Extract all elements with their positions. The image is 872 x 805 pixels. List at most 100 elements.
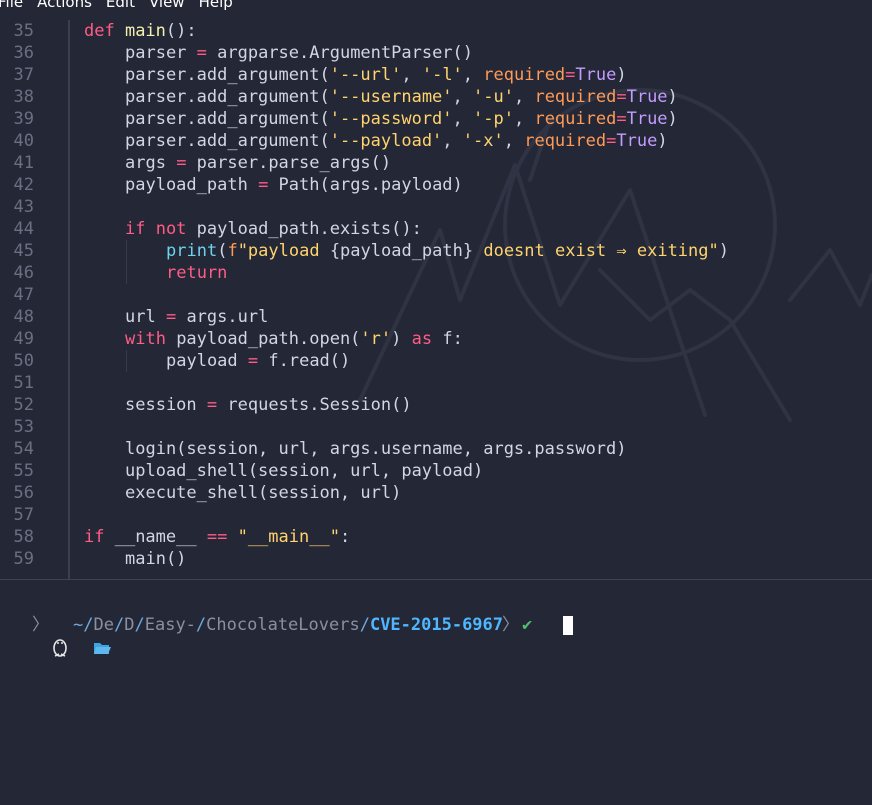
code-token: with [125, 329, 177, 349]
code-line: 55 upload_shell(session, url, payload) [0, 460, 872, 482]
code-token: ) [667, 87, 678, 107]
code-token: True [626, 87, 668, 107]
shell-prompt[interactable]: 〉 ~/De/D/Easy-/ChocolateLovers/CVE-2015-… [0, 613, 872, 657]
code-text: session = requests.Session() [125, 394, 412, 416]
code-token: '-l' [421, 65, 463, 85]
line-number: 39 [13, 109, 34, 129]
indent-guide [126, 240, 127, 284]
line-number: 35 [13, 21, 34, 41]
code-line: 53 [0, 416, 872, 438]
code-text: upload_shell(session, url, payload) [125, 460, 483, 482]
code-token: = [616, 109, 627, 129]
code-text: args = parser.parse_args() [125, 152, 391, 174]
code-token: parser.add_argument( [125, 131, 330, 151]
menu-help[interactable]: Help [199, 0, 233, 12]
code-token: as [411, 329, 443, 349]
path-current-dir: CVE-2015-6967 [369, 615, 504, 635]
menu-file[interactable]: File [0, 0, 23, 12]
code-token: , [513, 87, 535, 107]
code-token: login(session, url, args.username, args.… [125, 439, 627, 459]
code-token: Path(args.payload) [268, 175, 463, 195]
code-token: args [125, 153, 177, 173]
code-line: 51 [0, 372, 872, 394]
code-token: parser.parse_args() [186, 153, 392, 173]
code-text: if not payload_path.exists(): [125, 218, 422, 240]
code-text: parser.add_argument('--password', '-p', … [125, 108, 678, 130]
line-number: 51 [13, 373, 34, 393]
code-token: '--url' [329, 65, 402, 85]
code-line: 43 [0, 196, 872, 218]
text-cursor [563, 616, 573, 635]
code-line: 54 login(session, url, args.username, arg… [0, 438, 872, 460]
code-text: login(session, url, args.username, args.… [125, 438, 627, 460]
line-number: 45 [13, 241, 34, 261]
code-line: 47 [0, 284, 872, 306]
code-token: parser.add_argument( [125, 109, 330, 129]
path-part: De [93, 615, 114, 635]
indent-guide [126, 350, 127, 372]
code-token: '-x' [462, 131, 504, 151]
line-number: 55 [13, 461, 34, 481]
line-number: 37 [13, 65, 34, 85]
line-number: 46 [13, 263, 34, 283]
menu-edit[interactable]: Edit [106, 0, 135, 12]
line-number: 52 [13, 395, 34, 415]
line-number: 40 [13, 131, 34, 151]
code-token: required [534, 87, 617, 107]
path-home: ~ [73, 615, 84, 635]
pane-divider [0, 579, 872, 580]
code-text: def main(): [84, 20, 197, 42]
menu-actions[interactable]: Actions [37, 0, 92, 12]
code-line: 42 payload_path = Path(args.payload) [0, 174, 872, 196]
code-line: 59 main() [0, 548, 872, 570]
code-token: parser [125, 43, 197, 63]
code-line: 40 parser.add_argument('--payload', '-x',… [0, 130, 872, 152]
code-token: = [565, 65, 576, 85]
code-token: , [442, 131, 463, 151]
code-token: , [503, 131, 525, 151]
code-token: args.url [176, 307, 269, 327]
path-part: D [124, 615, 135, 635]
code-token: = [176, 153, 187, 173]
code-token: (): [165, 21, 197, 41]
code-token: == [206, 527, 228, 547]
code-token: ( [217, 241, 228, 261]
code-token: , [452, 109, 474, 129]
code-text: main() [125, 548, 186, 570]
code-line: 52 session = requests.Session() [0, 394, 872, 416]
code-text: parser.add_argument('--payload', '-x', r… [125, 130, 668, 152]
code-token: {payload_path} [329, 241, 474, 261]
code-token: = [196, 43, 207, 63]
line-number: 41 [13, 153, 34, 173]
code-token: = [616, 87, 627, 107]
code-token: session [125, 395, 207, 415]
code-token: main() [125, 549, 187, 569]
line-number: 47 [13, 285, 34, 305]
prompt-separator: 〉 [32, 615, 49, 635]
code-token: "payload [237, 241, 330, 261]
code-token: upload_shell(session, url, payload) [125, 461, 484, 481]
code-token: argparse.ArgumentParser() [206, 43, 474, 63]
menu-view[interactable]: View [149, 0, 185, 12]
code-token: , [462, 65, 484, 85]
checkmark-icon: ✔ [522, 615, 533, 635]
code-editor[interactable]: 35 def main(): 36 parser = argparse.Argumen… [0, 20, 872, 580]
code-line: 45 print(f"payload {payload_path} doesnt … [0, 240, 872, 262]
line-number: 38 [13, 87, 34, 107]
code-token: ) [718, 241, 729, 261]
code-token: 'r' [360, 329, 392, 349]
code-token: : [339, 527, 351, 547]
code-text: payload = f.read() [166, 350, 350, 372]
code-text: return [166, 262, 227, 284]
line-number: 48 [13, 307, 34, 327]
line-number: 56 [13, 483, 34, 503]
code-text: print(f"payload {payload_path} doesnt ex… [166, 240, 729, 262]
code-token: ) [391, 329, 412, 349]
code-text: parser = argparse.ArgumentParser() [125, 42, 473, 64]
code-token: f.read() [258, 351, 351, 371]
line-number: 50 [13, 351, 34, 371]
code-token: f: [442, 329, 463, 349]
code-token: return [166, 263, 228, 283]
line-number: 54 [13, 439, 34, 459]
